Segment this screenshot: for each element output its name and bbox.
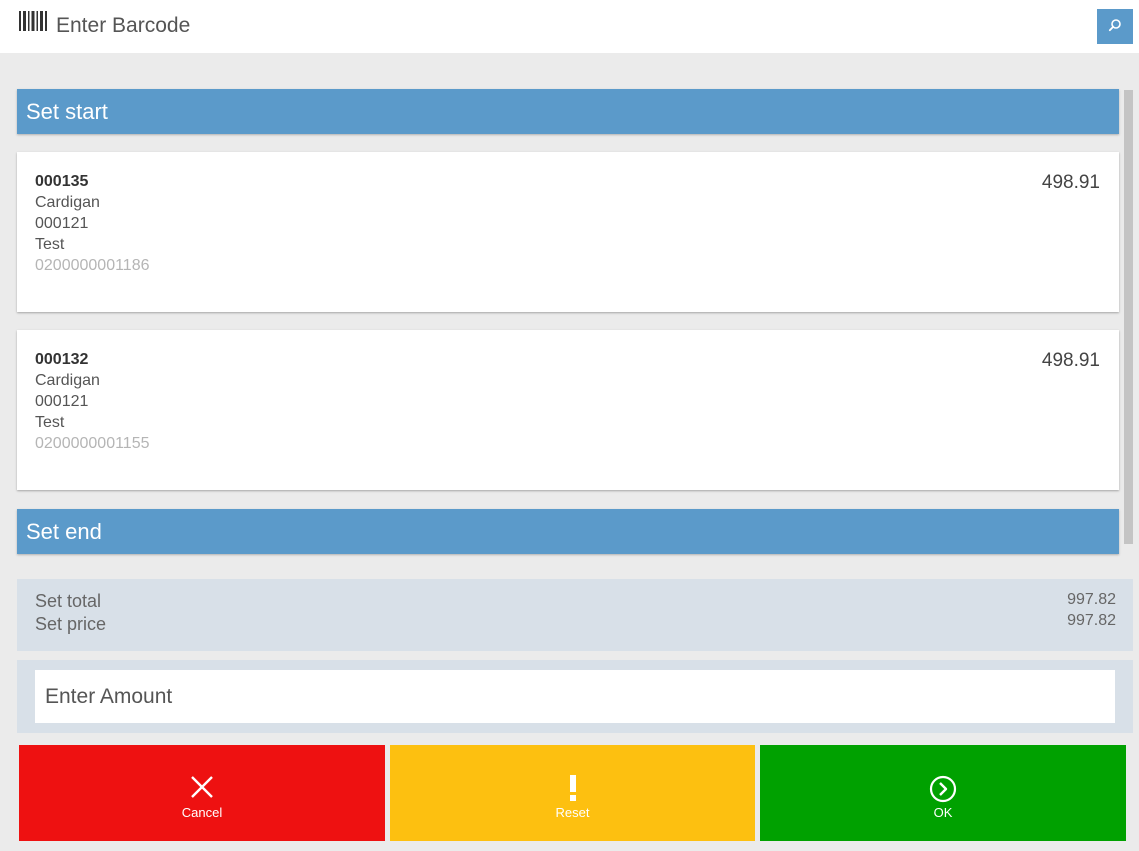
barcode-bar [0, 0, 1139, 53]
close-icon [190, 775, 214, 802]
set-price-label: Set price [35, 614, 107, 634]
set-end-header: Set end [17, 509, 1119, 554]
search-icon [1108, 18, 1122, 35]
item-price: 498.91 [1041, 172, 1100, 193]
item-barcode: 0200000001155 [35, 435, 150, 452]
exclamation-icon [568, 775, 578, 804]
search-button[interactable] [1097, 9, 1133, 44]
reset-button[interactable]: Reset [390, 745, 755, 841]
amount-input[interactable] [35, 670, 1115, 723]
chevron-right-circle-icon [929, 775, 957, 806]
ok-button[interactable]: OK [760, 745, 1126, 841]
ok-label: OK [933, 805, 953, 820]
set-total-label: Set total [35, 591, 102, 611]
set-item-card[interactable]: 000132 Cardigan 000121 Test 020000000115… [17, 330, 1119, 490]
item-name: Cardigan [35, 194, 100, 211]
reset-label: Reset [555, 805, 590, 820]
item-barcode: 0200000001186 [35, 257, 150, 274]
item-ref: 000121 [35, 393, 89, 410]
set-item-card[interactable]: 000135 Cardigan 000121 Test 020000000118… [17, 152, 1119, 312]
barcode-icon [19, 11, 47, 31]
cancel-label: Cancel [181, 805, 223, 820]
barcode-input[interactable] [56, 8, 1076, 44]
cancel-button[interactable]: Cancel [19, 745, 385, 841]
item-price: 498.91 [1041, 350, 1100, 371]
set-start-header: Set start [17, 89, 1119, 134]
item-variant: Test [35, 414, 65, 431]
item-ref: 000121 [35, 215, 89, 232]
set-totals-panel: Set total 997.82 Set price 997.82 [17, 579, 1133, 651]
item-code: 000132 [35, 351, 89, 368]
item-variant: Test [35, 236, 65, 253]
amount-panel [17, 660, 1133, 733]
set-price-value: 997.82 [1067, 612, 1116, 629]
set-total-value: 997.82 [1067, 591, 1116, 608]
item-name: Cardigan [35, 372, 100, 389]
list-scrollbar[interactable] [1124, 90, 1133, 544]
item-code: 000135 [35, 173, 89, 190]
